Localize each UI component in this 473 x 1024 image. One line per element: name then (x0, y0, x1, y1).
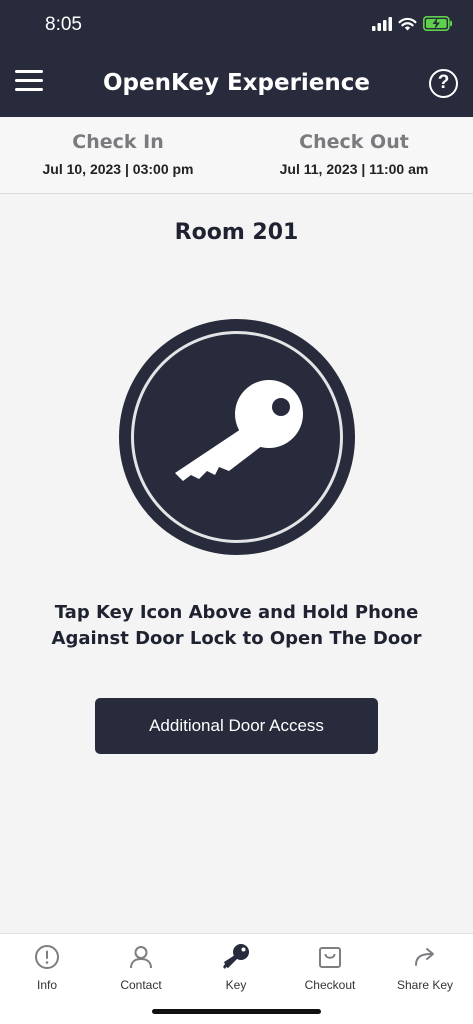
unlock-instruction: Tap Key Icon Above and Hold Phone Agains… (51, 602, 422, 649)
check-in-date: Jul 10, 2023 | 03:00 pm (42, 161, 194, 177)
check-out-section: Check Out Jul 11, 2023 | 11:00 am (236, 131, 472, 177)
tab-checkout[interactable]: Checkout (283, 942, 377, 992)
share-icon (415, 948, 434, 966)
check-in-label: Check In (72, 131, 164, 153)
tab-info[interactable]: Info (0, 942, 94, 992)
key-icon (175, 380, 303, 481)
stay-dates-bar: Check In Jul 10, 2023 | 03:00 pm Check O… (0, 117, 473, 194)
check-in-section: Check In Jul 10, 2023 | 03:00 pm (0, 131, 236, 177)
tab-contact-label: Contact (120, 978, 162, 992)
signal-icon (372, 16, 392, 31)
check-out-date: Jul 11, 2023 | 11:00 am (279, 161, 429, 177)
room-title: Room 201 (174, 220, 299, 245)
help-button[interactable]: ? (429, 69, 458, 98)
info-icon (35, 945, 59, 969)
key-icon (223, 944, 249, 969)
tab-info-label: Info (36, 978, 57, 992)
wifi-icon (398, 17, 417, 30)
tab-key[interactable]: Key (189, 942, 283, 992)
tab-share-key[interactable]: Share Key (378, 942, 472, 992)
app-title: OpenKey Experience (102, 70, 371, 96)
bag-icon (319, 947, 341, 968)
app-header: 8:05 OpenKey Experience ? (0, 0, 473, 117)
status-icons (372, 16, 453, 31)
person-icon (130, 946, 152, 969)
home-indicator (152, 1009, 321, 1014)
additional-door-access-button[interactable]: Additional Door Access (95, 698, 378, 754)
tab-key-label: Key (225, 978, 247, 992)
tab-contact[interactable]: Contact (94, 942, 188, 992)
battery-charging-icon (423, 16, 452, 31)
status-time: 8:05 (45, 14, 82, 35)
unlock-key-button[interactable] (119, 319, 355, 555)
tab-share-key-label: Share Key (396, 978, 454, 992)
tab-checkout-label: Checkout (304, 978, 356, 992)
check-out-label: Check Out (299, 131, 409, 153)
